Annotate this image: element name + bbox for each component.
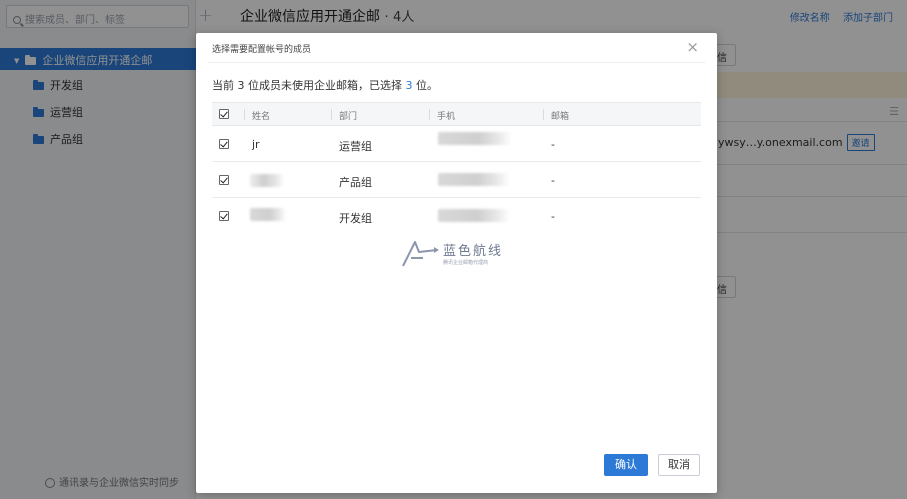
member-dept: 产品组 bbox=[339, 176, 372, 189]
row-checkbox[interactable] bbox=[219, 175, 229, 185]
redacted-name bbox=[250, 174, 284, 187]
member-name: jr bbox=[252, 138, 260, 151]
redacted-name bbox=[250, 208, 286, 221]
column-header-phone: 手机 bbox=[428, 109, 455, 122]
unused-count: 3 bbox=[237, 79, 245, 92]
redacted-phone bbox=[438, 209, 510, 222]
watermark-subtext: 腾讯企业邮箱代理商 bbox=[443, 260, 489, 266]
dialog-title: 选择需要配置帐号的成员 bbox=[212, 45, 312, 55]
row-checkbox[interactable] bbox=[219, 211, 229, 221]
confirm-button[interactable]: 确认 bbox=[604, 454, 648, 476]
selected-count: 3 bbox=[405, 79, 413, 92]
divider bbox=[208, 62, 705, 63]
summary-middle: 位成员未使用企业邮箱，已选择 bbox=[244, 79, 406, 92]
table-row[interactable]: 产品组 - bbox=[212, 162, 701, 198]
summary-suffix: 位。 bbox=[412, 79, 438, 92]
cancel-button[interactable]: 取消 bbox=[658, 454, 700, 476]
table-row[interactable]: jr 运营组 - bbox=[212, 126, 701, 162]
member-email: - bbox=[551, 210, 555, 223]
select-all-checkbox[interactable] bbox=[219, 109, 229, 119]
member-dept: 开发组 bbox=[339, 212, 372, 225]
close-icon[interactable]: × bbox=[686, 40, 699, 55]
watermark: 蓝色航线 腾讯企业邮箱代理商 bbox=[401, 238, 501, 271]
table-row[interactable]: 开发组 - bbox=[212, 198, 701, 234]
summary-prefix: 当前 bbox=[212, 79, 238, 92]
column-header-name: 姓名 bbox=[243, 109, 270, 122]
member-dept: 运营组 bbox=[339, 140, 372, 153]
watermark-logo-icon bbox=[402, 241, 439, 267]
redacted-phone bbox=[438, 173, 510, 186]
selection-summary: 当前 3 位成员未使用企业邮箱，已选择 3 位。 bbox=[212, 77, 438, 93]
member-email: - bbox=[551, 174, 555, 187]
select-members-dialog: 选择需要配置帐号的成员 × 当前 3 位成员未使用企业邮箱，已选择 3 位。 姓… bbox=[196, 33, 717, 493]
column-header-email: 邮箱 bbox=[542, 109, 569, 122]
column-header-dept: 部门 bbox=[330, 109, 357, 122]
member-email: - bbox=[551, 138, 555, 151]
row-checkbox[interactable] bbox=[219, 139, 229, 149]
table-header: 姓名 部门 手机 邮箱 bbox=[212, 102, 701, 126]
redacted-phone bbox=[438, 132, 512, 145]
watermark-text: 蓝色航线 bbox=[443, 244, 504, 259]
members-table: 姓名 部门 手机 邮箱 jr 运营组 - 产品组 - 开发组 - bbox=[212, 102, 701, 234]
